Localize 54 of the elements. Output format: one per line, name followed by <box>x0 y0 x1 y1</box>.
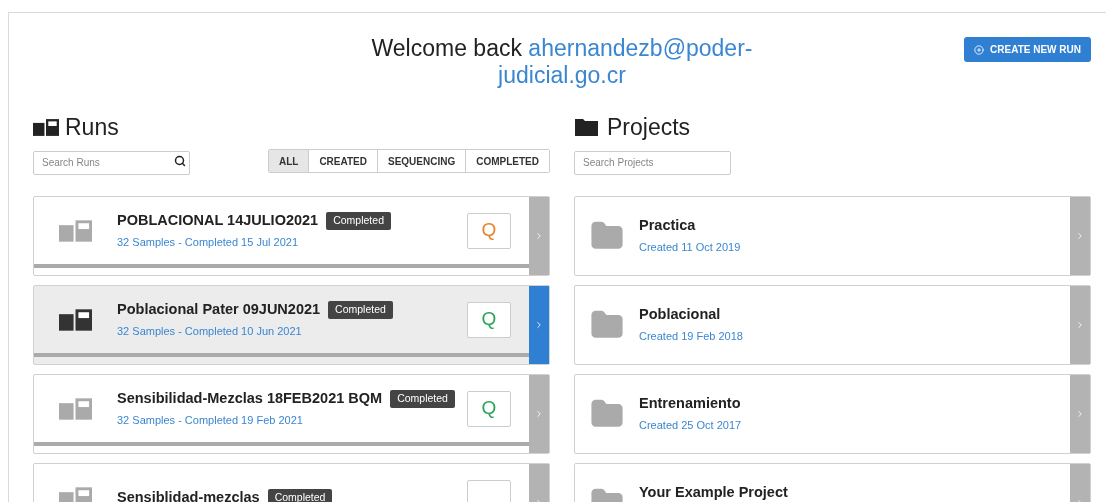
project-subtitle: Created 25 Oct 2017 <box>639 417 742 433</box>
chevron-right-icon <box>534 231 544 241</box>
runs-icon <box>59 219 92 242</box>
search-runs-field[interactable]: Search Runs <box>33 150 190 175</box>
run-card[interactable]: Poblacional Pater 09JUN2021 Completed 32 Samples - Completed 10 Jun 2021 Q <box>33 285 550 365</box>
run-card[interactable]: Sensibilidad-Mezclas 18FEB2021 BQM Completed 32 Samples - Completed 19 Feb 2021 Q <box>33 374 550 454</box>
open-project-tab[interactable] <box>1070 197 1090 275</box>
open-project-tab[interactable] <box>1070 375 1090 453</box>
run-name: Poblacional Pater 09JUN2021 <box>117 300 321 320</box>
chevron-right-icon <box>1075 409 1085 419</box>
status-badge: Completed <box>328 301 393 320</box>
run-subtitle: 32 Samples - Completed 10 Jun 2021 <box>117 324 303 340</box>
search-projects-field[interactable]: Search Projects <box>574 150 731 175</box>
project-name: Practica <box>639 216 697 235</box>
run-name: Sensibilidad-Mezclas 18FEB2021 BQM <box>117 389 383 409</box>
create-new-run-button[interactable]: CREATE NEW RUN <box>964 37 1091 62</box>
project-subtitle: Created 19 Feb 2018 <box>639 328 743 344</box>
chevron-right-icon <box>1075 231 1085 241</box>
runs-icon <box>59 486 92 502</box>
chevron-right-icon <box>534 409 544 419</box>
run-card[interactable]: Sensiblidad-mezclas Completed <box>33 463 550 502</box>
folder-icon <box>574 117 599 137</box>
project-card[interactable]: Entrenamiento Created 25 Oct 2017 <box>574 374 1091 454</box>
open-run-tab[interactable] <box>529 197 549 275</box>
status-badge: Completed <box>326 212 391 231</box>
runs-icon <box>59 308 92 331</box>
runs-header-icon <box>33 118 59 136</box>
project-name: Entrenamiento <box>639 394 742 413</box>
status-badge: Completed <box>390 390 455 409</box>
project-subtitle: Created 11 Oct 2019 <box>639 239 741 255</box>
search-icon <box>174 155 186 167</box>
plus-circle-icon <box>974 44 985 55</box>
projects-title: Projects <box>607 112 691 142</box>
project-card[interactable]: Poblacional Created 19 Feb 2018 <box>574 285 1091 365</box>
filter-tab[interactable]: COMPLETED <box>465 150 549 172</box>
chevron-right-icon <box>534 320 544 330</box>
run-name: POBLACIONAL 14JULIO2021 <box>117 211 319 231</box>
runs-title: Runs <box>65 112 119 142</box>
run-card[interactable]: POBLACIONAL 14JULIO2021 Completed 32 Samples - Completed 15 Jul 2021 Q <box>33 196 550 276</box>
run-subtitle: 32 Samples - Completed 15 Jul 2021 <box>117 235 299 251</box>
open-project-tab[interactable] <box>1070 286 1090 364</box>
project-card[interactable]: Practica Created 11 Oct 2019 <box>574 196 1091 276</box>
open-run-tab[interactable] <box>529 375 549 453</box>
runs-icon <box>59 397 92 420</box>
project-card[interactable]: Your Example Project <box>574 463 1091 502</box>
open-run-tab[interactable] <box>529 286 549 364</box>
filter-tab[interactable]: ALL <box>268 150 309 172</box>
welcome-heading: Welcome back ahernandezb@poder-judicial.go.cr <box>370 35 754 90</box>
chevron-right-icon <box>1075 320 1085 330</box>
project-name: Your Example Project <box>639 483 788 502</box>
status-badge: Completed <box>267 488 333 502</box>
run-subtitle: 32 Samples - Completed 19 Feb 2021 <box>117 413 304 429</box>
project-name: Poblacional <box>639 305 722 324</box>
run-name: Sensiblidad-mezclas <box>117 487 260 502</box>
